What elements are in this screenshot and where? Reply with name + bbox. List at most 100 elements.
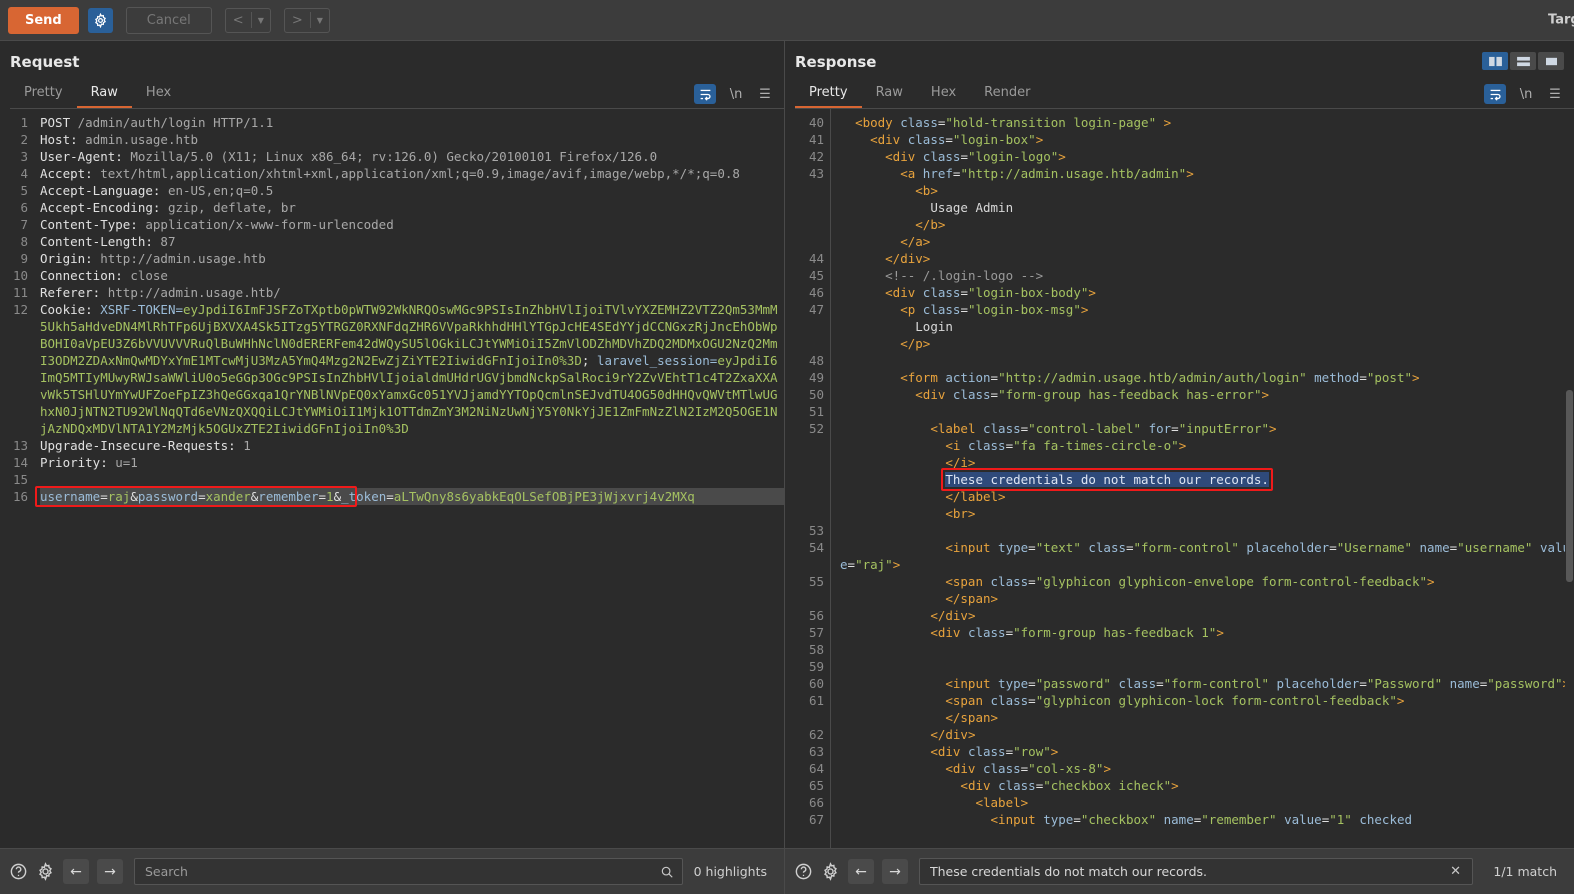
code-line[interactable]: <!-- /.login-logo --> (840, 267, 1574, 284)
code-line[interactable]: Content-Type: application/x-www-form-url… (40, 216, 784, 233)
gear-icon[interactable] (821, 862, 840, 881)
tab-raw[interactable]: Raw (76, 82, 132, 108)
code-line[interactable]: <label class="control-label" for="inputE… (840, 420, 1574, 437)
code-line[interactable]: User-Agent: Mozilla/5.0 (X11; Linux x86_… (40, 148, 784, 165)
code-line[interactable]: </label> (840, 488, 1574, 505)
code-line[interactable]: <div class="login-box-body"> (840, 284, 1574, 301)
code-line[interactable]: </p> (840, 335, 1574, 352)
code-line[interactable] (840, 641, 1574, 658)
code-line[interactable]: <p class="login-box-msg"> (840, 301, 1574, 318)
code-line[interactable] (840, 352, 1574, 369)
code-line[interactable] (40, 471, 784, 488)
code-line[interactable]: Cookie: XSRF-TOKEN=eyJpdiI6ImFJSFZoTXptb… (40, 301, 784, 437)
code-line[interactable] (840, 658, 1574, 675)
search-back-button[interactable]: ← (848, 859, 874, 884)
request-code[interactable]: POST /admin/auth/login HTTP/1.1 Host: adm… (34, 109, 784, 848)
code-line[interactable]: <i class="fa fa-times-circle-o"> (840, 437, 1574, 454)
code-line[interactable]: <div class="form-group has-feedback 1"> (840, 624, 1574, 641)
code-line[interactable]: <body class="hold-transition login-page"… (840, 114, 1574, 131)
chevron-left-icon[interactable]: < (226, 9, 251, 32)
search-input[interactable] (143, 863, 660, 880)
magnifier-icon[interactable] (660, 865, 674, 879)
word-wrap-icon[interactable] (694, 84, 716, 104)
code-line[interactable]: Referer: http://admin.usage.htb/ (40, 284, 784, 301)
search-forward-button[interactable]: → (882, 859, 908, 884)
tab-pretty[interactable]: Pretty (795, 82, 862, 108)
response-scrollbar[interactable] (1565, 109, 1574, 848)
code-line[interactable]: Connection: close (40, 267, 784, 284)
help-icon[interactable] (9, 862, 28, 881)
single-pane-icon[interactable] (1538, 52, 1564, 70)
code-line[interactable]: Priority: u=1 (40, 454, 784, 471)
code-line[interactable]: Login (840, 318, 1574, 335)
code-line[interactable]: <div class="col-xs-8"> (840, 760, 1574, 777)
code-line[interactable]: </span> (840, 709, 1574, 726)
gear-icon[interactable] (36, 862, 55, 881)
code-line[interactable]: Upgrade-Insecure-Requests: 1 (40, 437, 784, 454)
code-line[interactable]: <br> (840, 505, 1574, 522)
code-line[interactable]: </div> (840, 726, 1574, 743)
response-code[interactable]: <body class="hold-transition login-page"… (831, 109, 1574, 848)
code-line[interactable]: <input type="password" class="form-contr… (840, 675, 1574, 692)
prev-request-group[interactable]: < ▼ (224, 7, 271, 33)
code-line[interactable]: <div class="checkbox icheck"> (840, 777, 1574, 794)
code-line[interactable]: Accept: text/html,application/xhtml+xml,… (40, 165, 784, 182)
code-line[interactable]: <div class="form-group has-feedback has-… (840, 386, 1574, 403)
code-line[interactable]: <input type="checkbox" name="remember" v… (840, 811, 1574, 828)
tab-raw[interactable]: Raw (862, 82, 917, 108)
help-icon[interactable] (794, 862, 813, 881)
code-line[interactable]: Origin: http://admin.usage.htb (40, 250, 784, 267)
tab-hex[interactable]: Hex (917, 82, 970, 108)
code-line[interactable]: Accept-Language: en-US,en;q=0.5 (40, 182, 784, 199)
code-line[interactable]: username=raj&password=xander&remember=1&… (40, 488, 784, 505)
scrollbar-thumb[interactable] (1566, 389, 1573, 582)
code-line[interactable]: </b> (840, 216, 1574, 233)
code-line[interactable]: </i> (840, 454, 1574, 471)
split-vertical-icon[interactable] (1482, 52, 1508, 70)
code-line[interactable]: <input type="text" class="form-control" … (840, 539, 1574, 573)
code-line[interactable]: </span> (840, 590, 1574, 607)
gear-icon[interactable] (87, 7, 113, 33)
hamburger-menu-icon[interactable]: ☰ (1546, 87, 1564, 102)
code-line[interactable]: <label> (840, 794, 1574, 811)
cancel-button[interactable]: Cancel (125, 6, 212, 34)
tab-render[interactable]: Render (970, 82, 1044, 108)
code-line[interactable]: <div class="row"> (840, 743, 1574, 760)
send-button[interactable]: Send (8, 6, 79, 34)
code-line[interactable]: POST /admin/auth/login HTTP/1.1 (40, 114, 784, 131)
code-line[interactable] (840, 403, 1574, 420)
code-line[interactable]: Accept-Encoding: gzip, deflate, br (40, 199, 784, 216)
caret-down-icon[interactable]: ▼ (311, 16, 329, 25)
response-editor[interactable]: 40 41 42 43 44 45 46 47 48 49 50 51 52 53 54 55 56 57 58 59… (785, 109, 1574, 848)
response-search-box[interactable]: ✕ (919, 858, 1473, 885)
code-line[interactable]: <div class="login-logo"> (840, 148, 1574, 165)
tab-pretty[interactable]: Pretty (10, 82, 77, 108)
code-line[interactable]: <form action="http://admin.usage.htb/adm… (840, 369, 1574, 386)
request-search-box[interactable] (134, 858, 683, 885)
code-line[interactable] (840, 522, 1574, 539)
code-line[interactable]: </div> (840, 250, 1574, 267)
code-line[interactable]: <div class="login-box"> (840, 131, 1574, 148)
word-wrap-icon[interactable] (1484, 84, 1506, 104)
caret-down-icon[interactable]: ▼ (252, 16, 270, 25)
code-line[interactable]: <span class="glyphicon glyphicon-envelop… (840, 573, 1574, 590)
search-forward-button[interactable]: → (97, 859, 123, 884)
code-line[interactable]: Usage Admin (840, 199, 1574, 216)
code-line[interactable]: <a href="http://admin.usage.htb/admin"> (840, 165, 1574, 182)
tab-hex[interactable]: Hex (132, 82, 185, 108)
code-line[interactable]: These credentials do not match our recor… (840, 471, 1574, 488)
hamburger-menu-icon[interactable]: ☰ (756, 87, 774, 102)
newline-toggle[interactable]: \n (727, 87, 745, 102)
close-x-icon[interactable]: ✕ (1447, 864, 1464, 879)
newline-toggle[interactable]: \n (1517, 87, 1535, 102)
code-line[interactable]: </div> (840, 607, 1574, 624)
code-line[interactable]: Host: admin.usage.htb (40, 131, 784, 148)
code-line[interactable]: <b> (840, 182, 1574, 199)
code-line[interactable]: Content-Length: 87 (40, 233, 784, 250)
code-line[interactable]: <span class="glyphicon glyphicon-lock fo… (840, 692, 1574, 709)
request-editor[interactable]: 1 2 3 4 5 6 7 8 9 10 11 12 13 14 15 16 POST /admin/auth… (0, 109, 784, 848)
next-request-group[interactable]: > ▼ (283, 7, 330, 33)
code-line[interactable]: </a> (840, 233, 1574, 250)
search-input[interactable] (928, 863, 1448, 880)
split-horizontal-icon[interactable] (1510, 52, 1536, 70)
